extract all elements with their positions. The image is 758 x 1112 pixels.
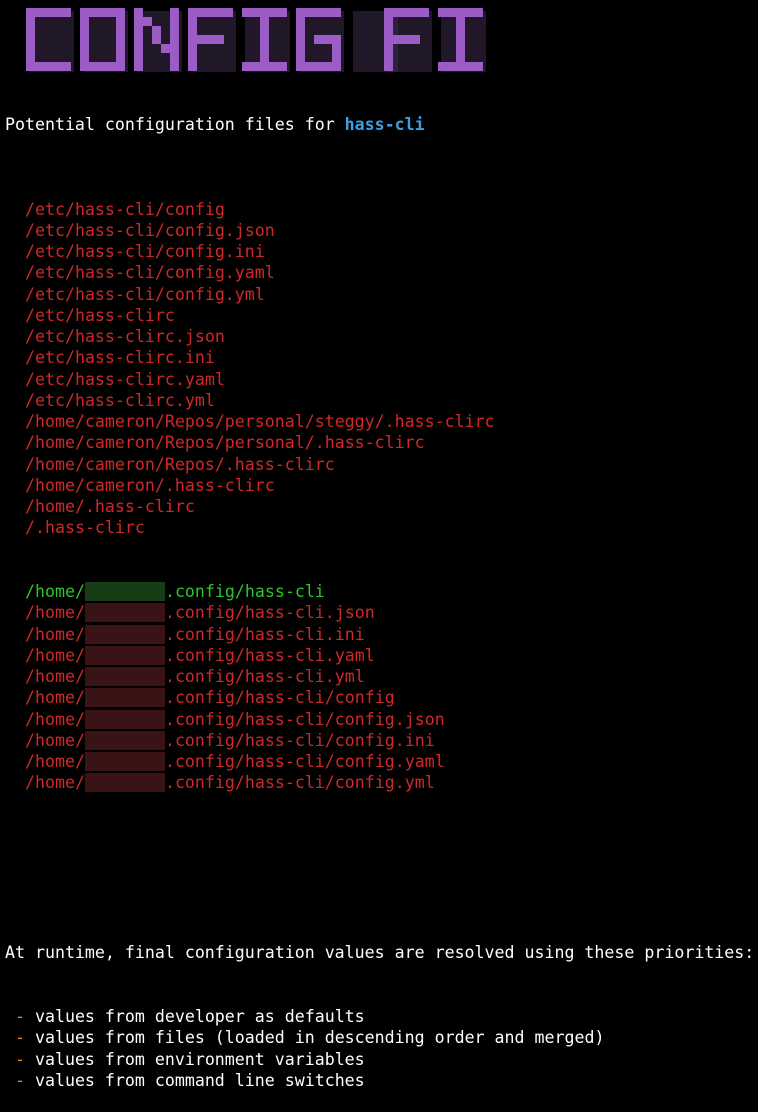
home-prefix: /home/ [25,730,85,750]
config-path-item: /home/cameron/Repos/personal/steggy/.has… [25,412,495,431]
home-path-item: /home/ .config/hass-cli/config.ini [5,730,754,751]
config-path-item: /etc/hass-clirc.ini [25,348,215,368]
home-path-list: /home/ .config/hass-cli/home/ .config/hass… [5,581,754,794]
priority-item: - values from developer as defaults [5,1006,754,1027]
home-path-suffix: .config/hass-cli/config.yml [164,773,435,793]
redacted-username [84,603,165,623]
config-path-item: /etc/hass-cli/config.ini [25,242,265,261]
config-path-item: /etc/hass-clirc [25,305,175,325]
config-path-item: /etc/hass-clirc.yml [25,390,215,410]
redacted-username [84,645,165,665]
terminal-output: Potential configuration files for hass-c… [5,71,754,1112]
redacted-username [84,773,165,793]
priority-text: values from environment variables [34,1049,365,1069]
home-path-suffix: .config/hass-cli.yml [164,667,365,686]
home-path-item: /home/ .config/hass-cli.yml [5,666,754,687]
heading-prefix: Potential configuration files for [5,114,345,134]
home-path-item-found: /home/ .config/hass-cli [5,581,754,602]
redacted-username [84,688,165,708]
home-path-suffix: .config/hass-cli/config [164,688,395,708]
priority-item: - values from files (loaded in descendin… [5,1027,754,1048]
config-path-item: /home/cameron/Repos/.hass-clirc [25,454,335,474]
home-path-item: /home/ .config/hass-cli/config.yml [5,772,754,793]
home-path-item: /home/ .config/hass-cli.yaml [5,645,754,666]
redacted-username [84,667,165,686]
home-path-suffix: .config/hass-cli.ini [164,624,365,644]
home-path-suffix: .config/hass-cli [164,582,325,601]
config-files-banner [26,8,486,72]
home-prefix: /home/ [25,603,85,623]
home-path-suffix: .config/hass-cli.yaml [164,645,375,665]
home-prefix: /home/ [25,582,85,601]
app-name: hass-cli [344,114,425,134]
home-path-suffix: .config/hass-cli.json [164,603,375,623]
config-path-item: /etc/hass-cli/config.yml [25,284,265,304]
config-path-item: /.hass-clirc [25,518,145,538]
config-path-item: /home/cameron/Repos/personal/.hass-clirc [25,433,425,453]
heading-line: Potential configuration files for hass-c… [5,114,754,135]
home-prefix: /home/ [25,709,85,729]
redacted-username [84,730,165,750]
config-path-item: /etc/hass-cli/config.json [25,220,275,240]
home-path-suffix: .config/hass-cli/config.yaml [164,752,445,771]
config-path-item: /home/cameron/.hass-clirc [25,475,275,495]
config-path-item: /etc/hass-cli/config.yaml [25,263,275,283]
home-prefix: /home/ [25,752,85,771]
bullet-dash: - [5,1049,35,1069]
priority-item: - values from command line switches [5,1070,754,1091]
config-path-item: /etc/hass-clirc.yaml [25,369,225,389]
priority-list: - values from developer as defaults - va… [5,1006,754,1091]
home-prefix: /home/ [25,667,85,686]
runtime-intro: At runtime, final configuration values a… [5,943,755,963]
home-path-suffix: .config/hass-cli/config.json [164,709,445,729]
home-path-item: /home/ .config/hass-cli/config.yaml [5,751,754,772]
bullet-dash: - [5,1007,35,1026]
home-prefix: /home/ [25,773,85,793]
home-path-item: /home/ .config/hass-cli/config.json [5,709,754,730]
redacted-username [84,752,165,771]
home-path-item: /home/ .config/hass-cli.json [5,602,754,623]
redacted-username [84,624,165,644]
bullet-dash: - [5,1028,35,1048]
config-path-item: /home/.hass-clirc [25,497,195,516]
priority-text: values from files (loaded in descending … [34,1028,605,1048]
priority-item: - values from environment variables [5,1049,754,1070]
home-prefix: /home/ [25,624,85,644]
home-path-suffix: .config/hass-cli/config.ini [164,730,435,750]
home-prefix: /home/ [25,645,85,665]
home-prefix: /home/ [25,688,85,708]
config-path-list: /etc/hass-cli/config/etc/hass-cli/config… [5,199,754,539]
redacted-username [84,582,165,601]
priority-text: values from developer as defaults [34,1007,365,1026]
bullet-dash: - [5,1070,35,1090]
home-path-item: /home/ .config/hass-cli/config [5,687,754,708]
config-path-item: /etc/hass-cli/config [25,199,225,219]
redacted-username [84,709,165,729]
home-path-item: /home/ .config/hass-cli.ini [5,624,754,645]
priority-text: values from command line switches [34,1070,365,1090]
config-path-item: /etc/hass-clirc.json [25,327,225,346]
